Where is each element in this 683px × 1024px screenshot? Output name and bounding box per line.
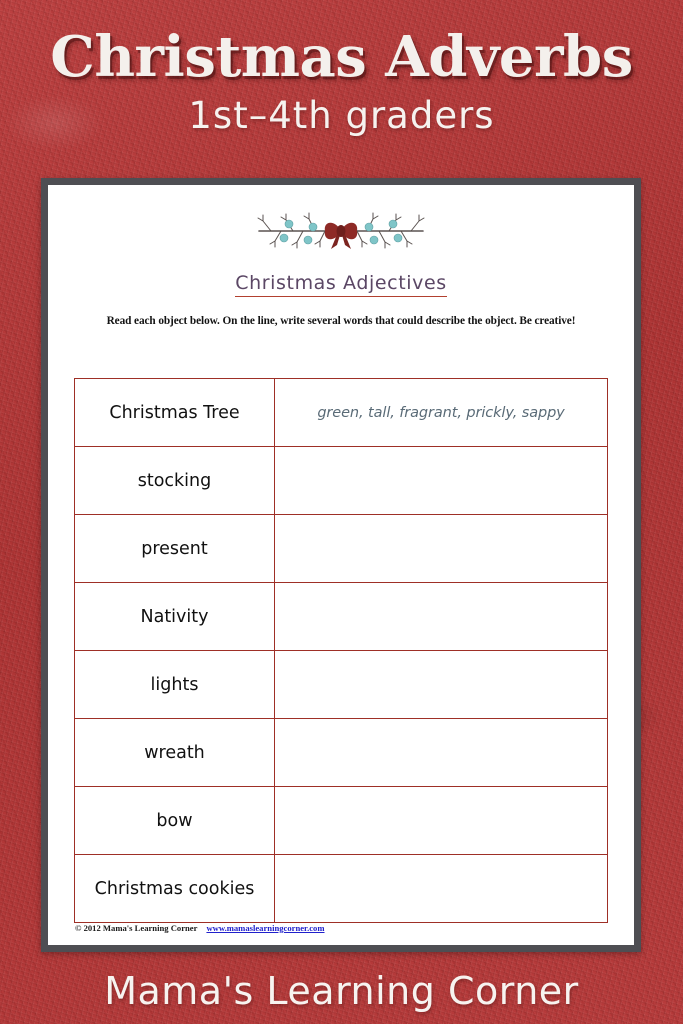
worksheet-instructions: Read each object below. On the line, wri… <box>106 315 576 327</box>
term-cell: present <box>74 514 275 583</box>
page-subtitle: 1st–4th graders <box>188 94 495 137</box>
worksheet-footer: © 2012 Mama's Learning Corner www.mamasle… <box>75 923 325 933</box>
answer-cell[interactable] <box>274 786 608 855</box>
table-body: Christmas Tree green, tall, fragrant, pr… <box>74 378 608 923</box>
term-cell: stocking <box>74 446 275 515</box>
worksheet-title-text: Christmas Adjectives <box>235 272 447 297</box>
adjectives-table: Christmas Tree green, tall, fragrant, pr… <box>74 378 608 923</box>
term-cell: lights <box>74 650 275 719</box>
answer-cell[interactable] <box>274 446 608 515</box>
poster-headline: Christmas Adverbs 1st–4th graders <box>0 26 683 138</box>
twig-bow-divider-icon <box>48 207 634 255</box>
worksheet-title: Christmas Adjectives <box>48 272 634 297</box>
term-cell: wreath <box>74 718 275 787</box>
table-row: Nativity <box>74 582 608 651</box>
answer-cell[interactable] <box>274 514 608 583</box>
answer-cell[interactable] <box>274 650 608 719</box>
worksheet-frame: Christmas Adjectives Read each object be… <box>41 178 641 952</box>
table-row: stocking <box>74 446 608 515</box>
term-cell: Nativity <box>74 582 275 651</box>
table-row: present <box>74 514 608 583</box>
answer-cell[interactable] <box>274 854 608 923</box>
table-row: bow <box>74 786 608 855</box>
copyright-text: © 2012 Mama's Learning Corner <box>75 923 198 933</box>
brand-name: Mama's Learning Corner <box>104 969 579 1013</box>
answer-cell[interactable]: green, tall, fragrant, prickly, sappy <box>274 378 608 447</box>
term-cell: Christmas Tree <box>74 378 275 447</box>
table-row: Christmas cookies <box>74 854 608 923</box>
term-cell: Christmas cookies <box>74 854 275 923</box>
answer-cell[interactable] <box>274 582 608 651</box>
website-link[interactable]: www.mamaslearningcorner.com <box>206 923 324 933</box>
table-row: wreath <box>74 718 608 787</box>
page-title: Christmas Adverbs <box>50 24 633 90</box>
table-row: lights <box>74 650 608 719</box>
term-cell: bow <box>74 786 275 855</box>
table-row: Christmas Tree green, tall, fragrant, pr… <box>74 378 608 447</box>
answer-cell[interactable] <box>274 718 608 787</box>
worksheet-paper: Christmas Adjectives Read each object be… <box>48 185 634 945</box>
